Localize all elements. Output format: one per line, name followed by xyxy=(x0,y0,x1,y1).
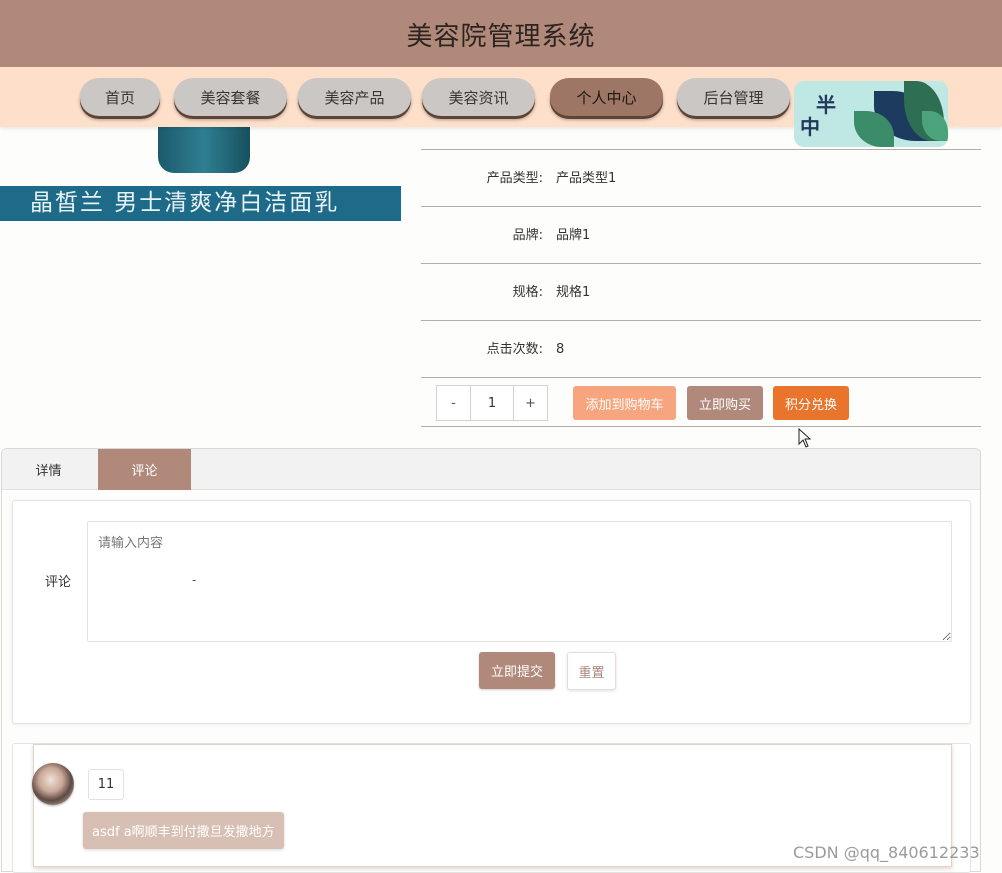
tab-details[interactable]: 详情 xyxy=(2,449,95,490)
mouse-cursor-icon xyxy=(798,428,812,448)
nav-item-admin[interactable]: 后台管理 xyxy=(677,78,790,116)
nav-item-beauty-news[interactable]: 美容资讯 xyxy=(422,78,535,116)
comment-form: 评论 - 立即提交 重置 xyxy=(12,500,971,724)
decorative-plant-banner: 半 中 xyxy=(794,81,948,147)
info-value: 8 xyxy=(556,342,565,357)
info-label: 规格: xyxy=(512,285,543,300)
info-row-click-count: 点击次数: 8 xyxy=(421,321,981,378)
nav-bar: 首页 美容套餐 美容产品 美容资讯 个人中心 后台管理 半 中 xyxy=(0,67,1002,147)
info-value: 规格1 xyxy=(556,285,591,300)
comment-label: 评论 xyxy=(45,575,72,590)
info-row-spec: 规格: 规格1 xyxy=(421,264,981,321)
info-label: 产品类型: xyxy=(486,171,543,186)
actions-row: - 1 + 添加到购物车 立即购买 积分兑换 xyxy=(421,378,981,427)
buy-now-button[interactable]: 立即购买 xyxy=(687,386,763,420)
info-label: 品牌: xyxy=(512,228,543,243)
reset-button[interactable]: 重置 xyxy=(567,652,616,690)
product-image: 晶皙兰 男士清爽净白洁面乳 xyxy=(0,127,402,221)
nav-item-beauty-packages[interactable]: 美容套餐 xyxy=(174,78,287,116)
nav-item-home[interactable]: 首页 xyxy=(80,78,160,116)
info-label: 点击次数: xyxy=(486,342,543,357)
comment-textarea[interactable] xyxy=(87,521,952,642)
decoration-char: 中 xyxy=(800,115,820,139)
quantity-input[interactable]: 1 xyxy=(470,386,514,420)
bottle-image xyxy=(158,127,250,173)
watermark: CSDN @qq_840612233 xyxy=(793,843,980,862)
tab-header: 详情 评论 xyxy=(2,449,980,490)
product-info-table: 产品类型: 产品类型1 品牌: 品牌1 规格: 规格1 点击次数: 8 - 1 … xyxy=(421,127,981,427)
comment-text: asdf a啊顺丰到付撒旦发撒地方 xyxy=(83,812,284,849)
info-value: 品牌1 xyxy=(556,228,591,243)
tab-comments[interactable]: 评论 xyxy=(98,449,191,490)
quantity-increase-button[interactable]: + xyxy=(514,386,547,420)
textarea-mark: - xyxy=(192,573,197,587)
add-to-cart-button[interactable]: 添加到购物车 xyxy=(573,386,676,420)
product-banner: 晶皙兰 男士清爽净白洁面乳 xyxy=(0,186,401,221)
points-exchange-button[interactable]: 积分兑换 xyxy=(773,386,849,420)
quantity-stepper: - 1 + xyxy=(436,385,548,421)
comment-username: 11 xyxy=(88,769,124,800)
tabs-panel: 详情 评论 评论 - 立即提交 重置 11 asdf a啊顺丰到付撒旦发撒地方 xyxy=(1,448,981,873)
quantity-decrease-button[interactable]: - xyxy=(437,386,470,420)
info-value: 产品类型1 xyxy=(556,171,617,186)
nav-item-personal-center[interactable]: 个人中心 xyxy=(550,78,663,116)
top-header: 美容院管理系统 xyxy=(0,0,1002,67)
site-title: 美容院管理系统 xyxy=(406,22,596,52)
submit-button[interactable]: 立即提交 xyxy=(479,652,555,689)
nav-item-beauty-products[interactable]: 美容产品 xyxy=(298,78,411,116)
avatar xyxy=(32,763,74,805)
info-row-brand: 品牌: 品牌1 xyxy=(421,207,981,264)
info-row-product-type: 产品类型: 产品类型1 xyxy=(421,150,981,207)
